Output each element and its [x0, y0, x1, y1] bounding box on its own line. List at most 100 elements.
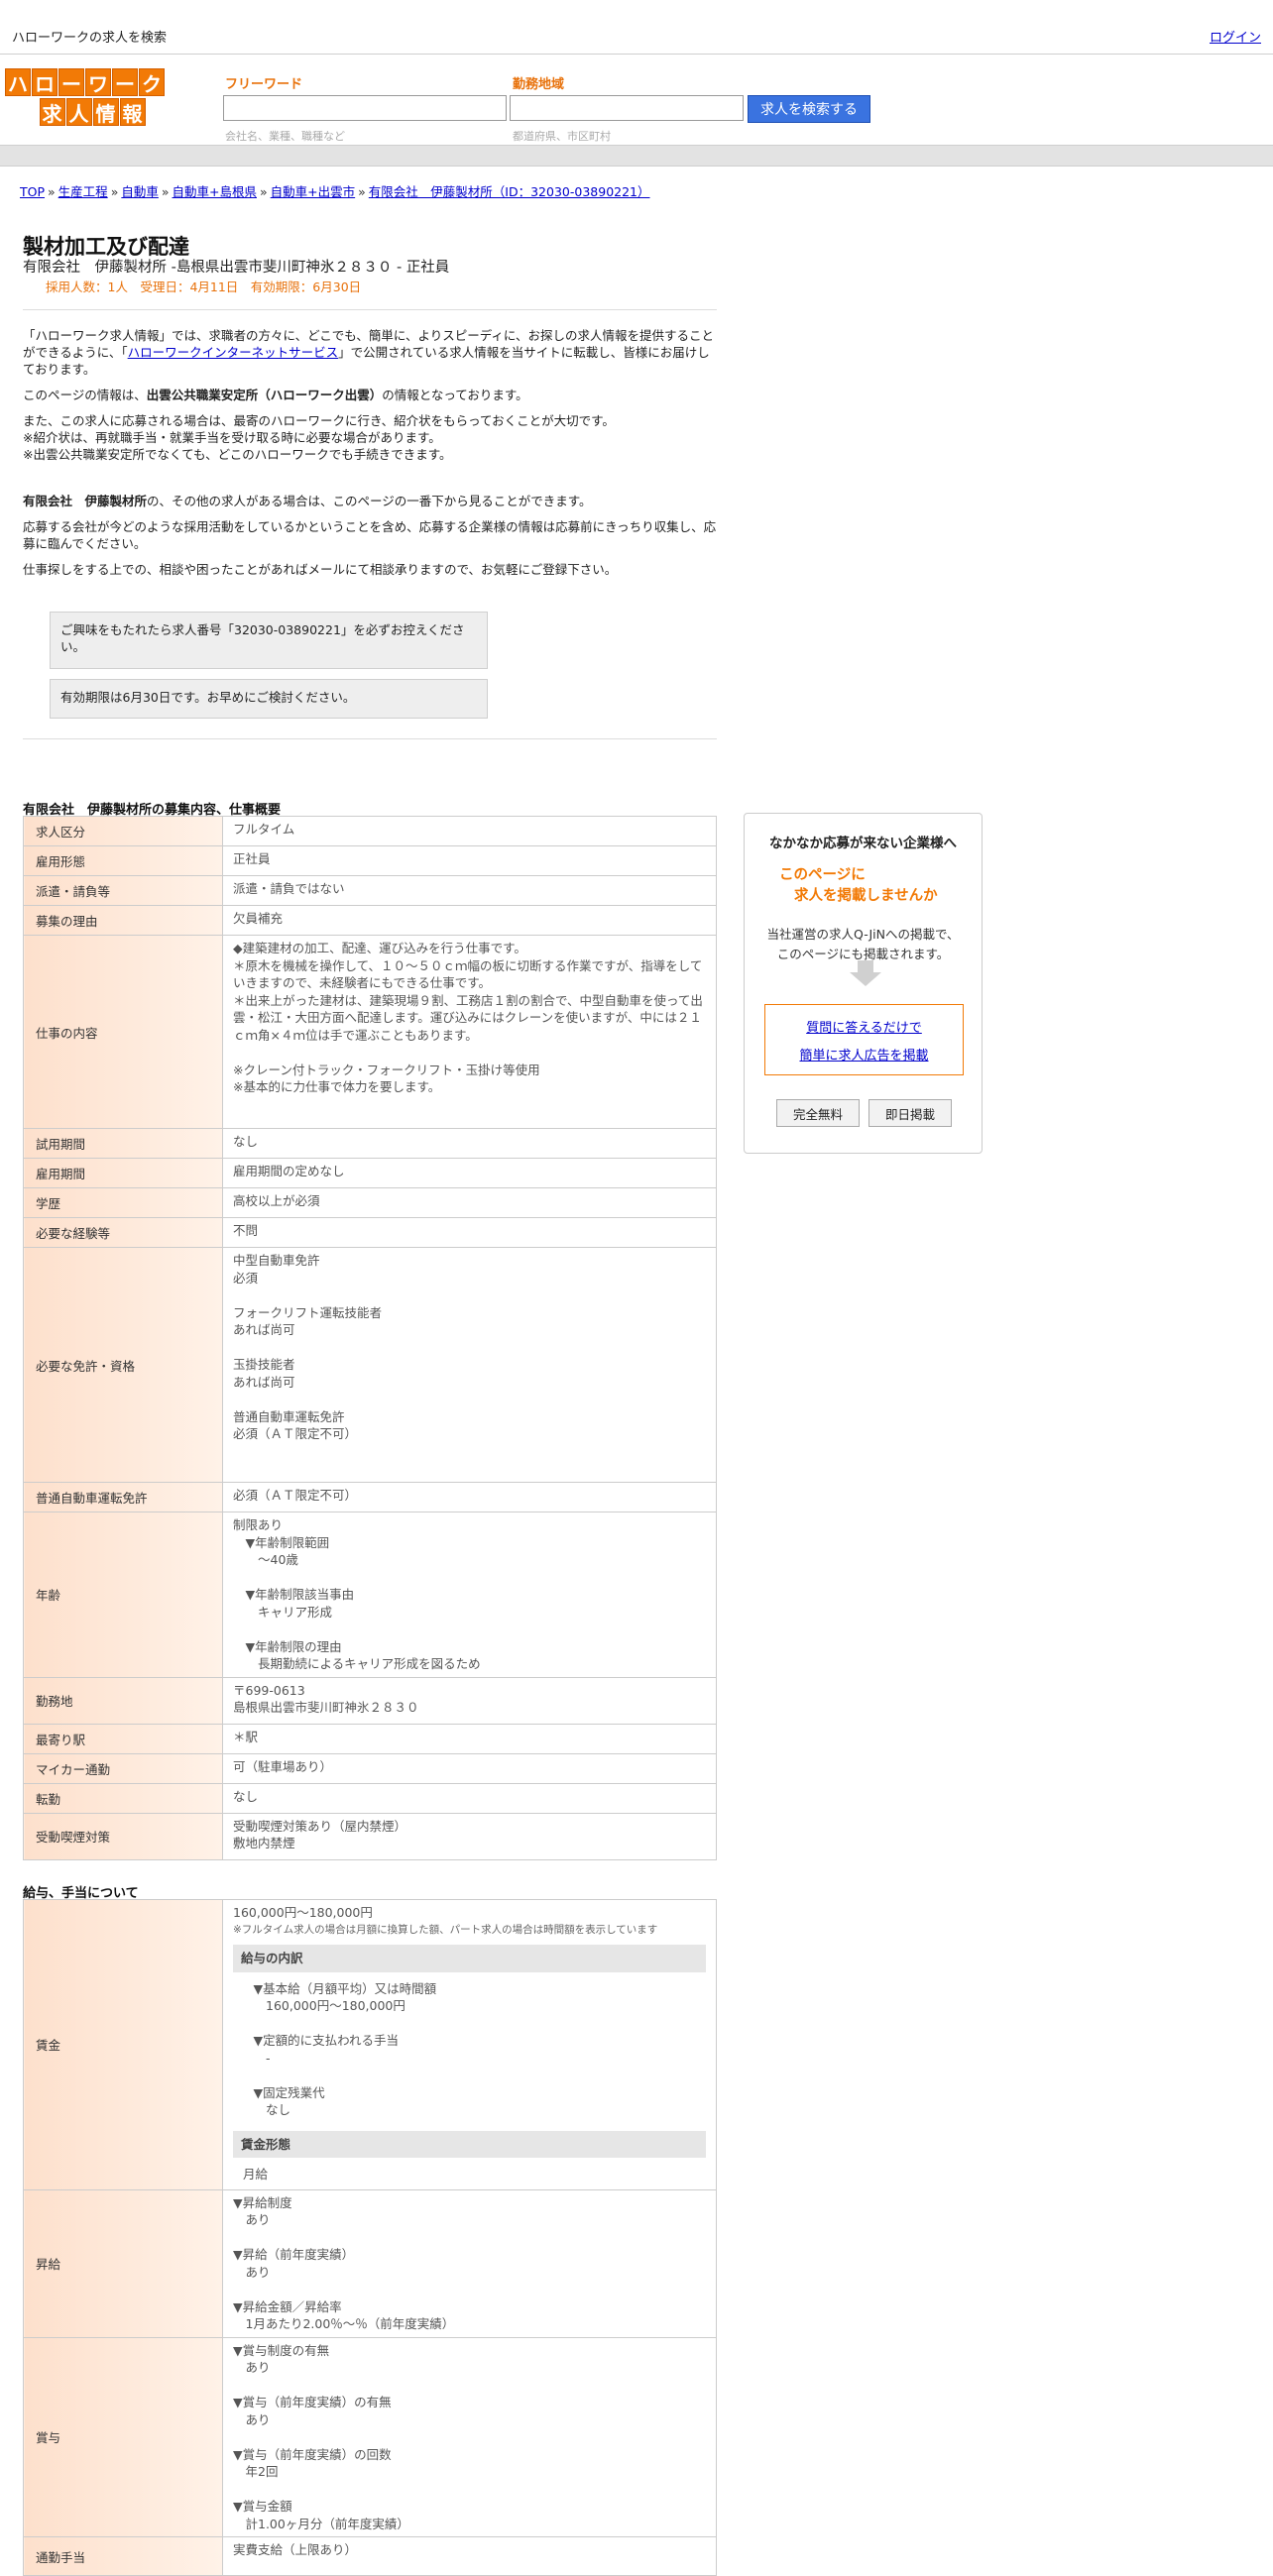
row-value: 欠員補充	[222, 905, 717, 936]
table-row: 最寄り駅 ＊駅	[23, 1723, 717, 1754]
down-arrow-icon	[858, 960, 873, 972]
area-label: 勤務地域	[513, 77, 565, 92]
wage-range: 160,000円〜180,000円	[233, 1905, 373, 1920]
row-value: 必須（ＡＴ限定不可）	[222, 1482, 717, 1512]
table-row: 必要な免許・資格 中型自動車免許 必須 フォークリフト運転技能者 あれば尚可 玉掛…	[23, 1247, 717, 1483]
intro-p1: 「ハローワーク求人情報」では、求職者の方々に、どこでも、簡単に、よりスピーディに…	[23, 328, 715, 377]
raise-value: ▼昇給制度 あり ▼昇給（前年度実績） あり ▼昇給金額／昇給率 1月あたり2.…	[222, 2188, 717, 2338]
row-label: 必要な免許・資格	[23, 1247, 223, 1483]
bonus-label: 賞与	[23, 2336, 223, 2537]
row-label: 求人区分	[23, 816, 223, 846]
ad-link-post-ad[interactable]: 簡単に求人広告を掲載	[765, 1045, 963, 1064]
divider-strip	[0, 145, 1273, 167]
ad-orange-line-1: このページに	[779, 867, 866, 883]
logo-char: 報	[119, 98, 146, 126]
row-value: 受動喫煙対策あり（屋内禁煙） 敷地内禁煙	[222, 1812, 717, 1860]
table-row: 年齢 制限あり ▼年齢制限範囲 〜40歳 ▼年齢制限該当事由 キャリア形成 ▼年齢…	[23, 1512, 717, 1678]
logo-char: ー	[112, 68, 138, 96]
intro-text: 「ハローワーク求人情報」では、求職者の方々に、どこでも、簡単に、よりスピーディに…	[23, 327, 717, 587]
login-link[interactable]: ログイン	[1210, 27, 1261, 46]
intro-p6: 有限会社 伊藤製材所の、その他の求人がある場合は、このページの一番下から見ること…	[23, 494, 592, 508]
table-row: 派遣・請負等 派遣・請負ではない	[23, 875, 717, 906]
table-row: 雇用期間 雇用期間の定めなし	[23, 1158, 717, 1188]
row-value: 高校以上が必須	[222, 1187, 717, 1218]
logo-char: 情	[92, 98, 119, 126]
row-value: 制限あり ▼年齢制限範囲 〜40歳 ▼年齢制限該当事由 キャリア形成 ▼年齢制限…	[222, 1512, 717, 1678]
table-row: 学歴 高校以上が必須	[23, 1187, 717, 1218]
logo-char: 求	[39, 98, 65, 126]
intro-p4: ※紹介状は、再就職手当・就業手当を受け取る時に必要な場合があります。	[23, 430, 441, 445]
ad-orange-line-2: 求人を掲載しませんか	[794, 888, 938, 904]
row-value: 不問	[222, 1217, 717, 1248]
hellowork-internet-service-link[interactable]: ハローワークインターネットサービス	[128, 345, 339, 360]
row-label: 試用期間	[23, 1128, 223, 1159]
free-button[interactable]: 完全無料	[776, 1099, 860, 1127]
wage-note: ※フルタイム求人の場合は月額に換算した額、パート求人の場合は時間額を表示していま…	[233, 1923, 658, 1936]
notice-expiry: 有効期限は6月30日です。お早めにご検討ください。	[50, 679, 488, 719]
row-value: 中型自動車免許 必須 フォークリフト運転技能者 あれば尚可 玉掛技能者 あれば尚…	[222, 1247, 717, 1483]
row-label: 募集の理由	[23, 905, 223, 936]
intro-p3: また、この求人に応募される場合は、最寄のハローワークに行き、紹介状をもらっておく…	[23, 413, 615, 428]
row-label: 最寄り駅	[23, 1723, 223, 1754]
breadcrumb-category[interactable]: 生産工程	[58, 184, 108, 199]
breadcrumb-city[interactable]: 自動車+出雲市	[271, 184, 355, 199]
table-row: 受動喫煙対策 受動喫煙対策あり（屋内禁煙） 敷地内禁煙	[23, 1812, 717, 1860]
wage-form-title: 賃金形態	[233, 2130, 706, 2158]
search-button[interactable]: 求人を検索する	[748, 95, 870, 123]
table-row: 求人区分 フルタイム	[23, 816, 717, 846]
table-row: 試用期間 なし	[23, 1128, 717, 1159]
bonus-value: ▼賞与制度の有無 あり ▼賞与（前年度実績）の有無 あり ▼賞与（前年度実績）の…	[222, 2336, 717, 2537]
table-row: 転勤 なし	[23, 1782, 717, 1814]
row-label: 必要な経験等	[23, 1217, 223, 1248]
breakdown-value: ▼基本給（月額平均）又は時間額 160,000円〜180,000円 ▼定額的に支…	[253, 1980, 437, 2118]
table-row: 賞与 ▼賞与制度の有無 あり ▼賞与（前年度実績）の有無 あり ▼賞与（前年度実…	[23, 2336, 717, 2537]
breadcrumb-prefecture[interactable]: 自動車+島根県	[173, 184, 257, 199]
table-row: 普通自動車運転免許 必須（ＡＴ限定不可）	[23, 1482, 717, 1512]
job-meta: 採用人数：1人 受理日：4月11日 有効期限：6月30日	[46, 280, 362, 294]
row-value: 派遣・請負ではない	[222, 875, 717, 906]
down-arrow-icon	[850, 972, 881, 986]
table-row: 賃金 160,000円〜180,000円 ※フルタイム求人の場合は月額に換算した…	[23, 1899, 717, 2190]
row-label: 勤務地	[23, 1676, 223, 1725]
row-value: ◆建築建材の加工、配達、運び込みを行う仕事です。 ＊原木を機械を操作して、１０～…	[222, 935, 717, 1129]
logo-char: ー	[58, 68, 84, 96]
recruiter-ad-box: なかなか応募が来ない企業様へ このページに 求人を掲載しませんか 当社運営の求人…	[744, 813, 983, 1154]
table-row: 勤務地 〒699-0613 島根県出雲市斐川町神氷２８３０	[23, 1676, 717, 1725]
row-label: 年齢	[23, 1512, 223, 1678]
breadcrumb-company[interactable]: 有限会社 伊藤製材所（ID：32030-03890221）	[369, 184, 650, 199]
row-value: フルタイム	[222, 816, 717, 846]
row-value: なし	[222, 1128, 717, 1159]
breadcrumb-subcategory[interactable]: 自動車	[121, 184, 159, 199]
row-label: マイカー通勤	[23, 1752, 223, 1784]
logo-char: 人	[65, 98, 92, 126]
site-title: ハローワークの求人を検索	[12, 31, 168, 46]
top-bar: ハローワークの求人を検索 ログイン	[0, 0, 1273, 55]
area-input[interactable]	[510, 95, 744, 121]
row-value: 雇用期間の定めなし	[222, 1158, 717, 1188]
intro-divider	[23, 738, 717, 739]
breakdown-title: 給与の内訳	[233, 1945, 706, 1972]
notice-job-number: ご興味をもたれたら求人番号「32030-03890221」を必ずお控えください。	[50, 612, 488, 669]
row-value: なし	[222, 1782, 717, 1814]
overview-table: 求人区分 フルタイム 雇用形態 正社員 派遣・請負等 派遣・請負ではない 募集の理由 欠員補充…	[23, 816, 717, 1860]
area-hint: 都道府県、市区町村	[513, 130, 611, 143]
same-day-button[interactable]: 即日掲載	[868, 1099, 952, 1127]
salary-table: 賃金 160,000円〜180,000円 ※フルタイム求人の場合は月額に換算した…	[23, 1899, 717, 2576]
breadcrumb: TOP» 生産工程» 自動車» 自動車+島根県» 自動車+出雲市» 有限会社 伊藤製材所（…	[20, 184, 650, 199]
freeword-input[interactable]	[223, 95, 507, 121]
row-value: 可（駐車場あり）	[222, 1752, 717, 1784]
row-value: ＊駅	[222, 1723, 717, 1754]
breadcrumb-top[interactable]: TOP	[20, 184, 45, 199]
row-label: 転勤	[23, 1782, 223, 1814]
table-row: 昇給 ▼昇給制度 あり ▼昇給（前年度実績） あり ▼昇給金額／昇給率 1月あた…	[23, 2188, 717, 2338]
logo-char: ロ	[32, 68, 58, 96]
hellowork-logo[interactable]: ハローワーク 求人情報	[5, 68, 179, 126]
ad-link-answer-questions[interactable]: 質問に答えるだけで	[765, 1017, 963, 1036]
row-value: 〒699-0613 島根県出雲市斐川町神氷２８３０	[222, 1676, 717, 1725]
table-row: 雇用形態 正社員	[23, 845, 717, 876]
row-label: 仕事の内容	[23, 935, 223, 1129]
commute-label: 通勤手当	[23, 2536, 223, 2576]
intro-p5: ※出雲公共職業安定所でなくても、どこのハローワークでも手続きできます。	[23, 447, 452, 462]
job-subtitle: 有限会社 伊藤製材所 -島根県出雲市斐川町神氷２８３０ - 正社員	[23, 260, 450, 276]
table-row: 通勤手当 実費支給（上限あり）	[23, 2536, 717, 2576]
